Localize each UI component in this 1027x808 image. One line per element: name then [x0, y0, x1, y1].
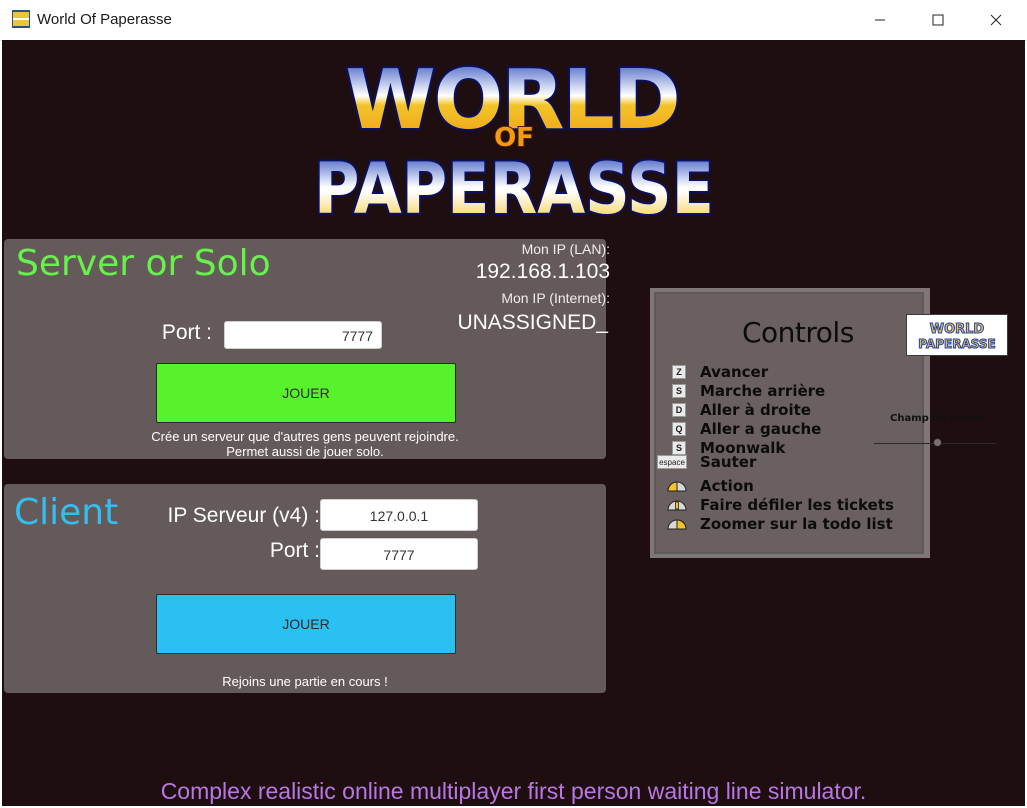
client-port-input[interactable]: 7777 [320, 538, 478, 570]
key-s-icon: S [672, 384, 686, 398]
mini-game-logo: WORLD PAPERASSE [906, 314, 1008, 356]
close-icon [990, 14, 1002, 26]
server-play-button[interactable]: JOUER [156, 363, 456, 423]
app-logo-icon [12, 10, 30, 28]
server-port-label: Port : [161, 321, 212, 344]
fov-label: Champ de vision [890, 413, 984, 424]
server-hint-line2: Permet aussi de jouer solo. [226, 444, 384, 459]
key-space-icon: espace [657, 455, 687, 469]
control-right: D Aller à droite [672, 401, 811, 419]
key-z-icon: Z [672, 365, 686, 379]
client-port-label: Port : [269, 539, 320, 562]
control-backward: S Marche arrière [672, 382, 825, 400]
controls-title: Controls [742, 316, 854, 349]
internet-ip-value: UNASSIGNED_ [457, 311, 608, 334]
fov-slider-handle[interactable] [932, 438, 942, 447]
lan-ip-value: 192.168.1.103 [475, 260, 610, 283]
client-play-button[interactable]: JOUER [156, 594, 456, 654]
client-panel: Client IP Serveur (v4) : 127.0.0.1 Port … [4, 484, 606, 693]
key-d-icon: D [672, 403, 686, 417]
mini-logo-graphic: WORLD PAPERASSE [918, 322, 996, 352]
control-scroll-tickets: Faire défiler les tickets [666, 496, 894, 514]
server-panel: Server or Solo Mon IP (LAN): 192.168.1.1… [4, 239, 610, 459]
svg-text:WORLD: WORLD [930, 322, 985, 337]
client-hint: Rejoins une partie en cours ! [222, 674, 388, 689]
control-forward: Z Avancer [672, 363, 768, 381]
internet-ip-label: Mon IP (Internet): [501, 290, 610, 306]
maximize-button[interactable] [909, 0, 967, 40]
server-port-input[interactable]: 7777 [224, 321, 382, 349]
minimize-button[interactable] [851, 0, 909, 40]
maximize-icon [932, 14, 944, 26]
window-title: World Of Paperasse [37, 11, 172, 28]
client-title: Client [14, 492, 119, 533]
control-zoom-todo: Zoomer sur la todo list [666, 515, 893, 533]
tagline: Complex realistic online multiplayer fir… [160, 778, 867, 804]
server-hint-line1: Crée un serveur que d'autres gens peuven… [151, 429, 459, 444]
game-viewport: WORLD OF PAPERASSE Server or Solo Mon IP… [2, 40, 1025, 806]
svg-text:PAPERASSE: PAPERASSE [314, 148, 714, 220]
close-button[interactable] [967, 0, 1025, 40]
control-left: Q Aller a gauche [672, 420, 821, 438]
client-ip-input[interactable]: 127.0.0.1 [320, 499, 478, 531]
client-ip-label: IP Serveur (v4) : [167, 504, 321, 527]
window-titlebar: World Of Paperasse [0, 0, 1027, 41]
mouse-wheel-icon [667, 500, 687, 511]
minimize-icon [875, 19, 885, 21]
mouse-left-click-icon [667, 481, 687, 492]
lan-ip-label: Mon IP (LAN): [521, 241, 610, 257]
control-action: Action [666, 477, 754, 495]
mouse-right-click-icon [667, 519, 687, 530]
svg-text:PAPERASSE: PAPERASSE [918, 337, 995, 351]
control-jump: espace Sauter [657, 453, 756, 471]
game-logo: WORLD OF PAPERASSE [312, 51, 716, 220]
server-title: Server or Solo [16, 243, 271, 284]
key-q-icon: Q [672, 422, 686, 436]
